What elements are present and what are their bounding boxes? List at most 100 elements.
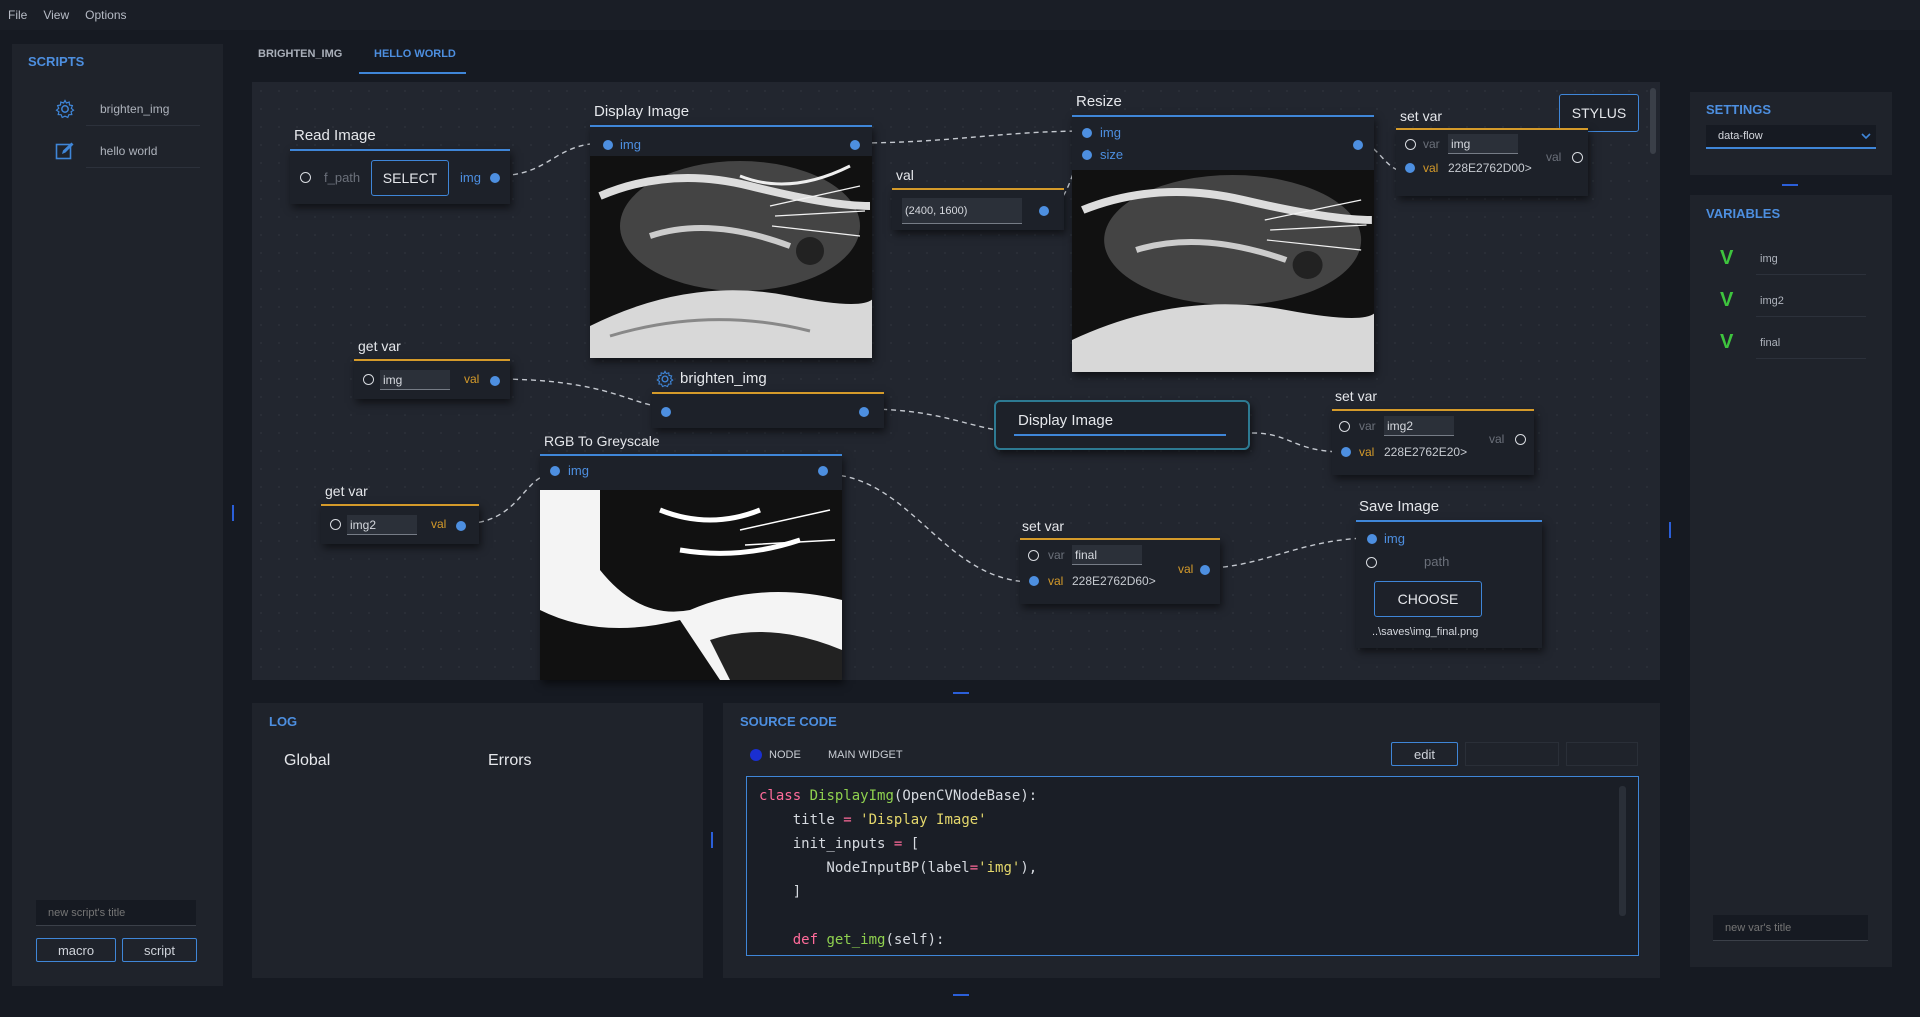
disabled-button bbox=[1465, 742, 1559, 766]
stylus-button[interactable]: STYLUS bbox=[1559, 94, 1639, 132]
read-image-node[interactable]: f_path SELECT img bbox=[290, 149, 510, 204]
input-port[interactable] bbox=[550, 466, 560, 476]
variable-icon: V bbox=[1720, 331, 1734, 353]
val-input[interactable]: (2400, 1600) bbox=[902, 198, 1022, 224]
port-label: path bbox=[1424, 554, 1450, 569]
var-name-input[interactable]: final bbox=[1072, 545, 1142, 565]
tab-errors[interactable]: Errors bbox=[488, 752, 532, 770]
port-label: val bbox=[1546, 150, 1562, 164]
splitter-handle[interactable] bbox=[953, 692, 969, 694]
output-port[interactable] bbox=[850, 140, 860, 150]
script-item-brighten-img[interactable]: brighten_img bbox=[40, 92, 200, 126]
select-button[interactable]: SELECT bbox=[371, 160, 449, 196]
get-var-node[interactable]: img val bbox=[354, 359, 510, 399]
display-image-node-selected[interactable]: Display Image bbox=[994, 400, 1250, 450]
variable-item[interactable]: V img2 bbox=[1720, 287, 1870, 317]
settings-panel: SETTINGS data-flow bbox=[1690, 92, 1892, 175]
flow-canvas[interactable]: STYLUS Read Image f_path SELECT img Disp… bbox=[252, 82, 1660, 680]
save-image-node[interactable]: img path CHOOSE ..\saves\img_final.png bbox=[1356, 520, 1542, 648]
port-label: var bbox=[1359, 419, 1376, 433]
var-name-input[interactable]: img2 bbox=[1384, 416, 1454, 436]
mode-select[interactable]: data-flow bbox=[1706, 125, 1876, 149]
menu-view[interactable]: View bbox=[43, 8, 69, 22]
var-name-input[interactable]: img bbox=[1448, 134, 1518, 154]
exec-port[interactable] bbox=[363, 374, 374, 385]
menu-file[interactable]: File bbox=[8, 8, 27, 22]
input-port[interactable] bbox=[1405, 163, 1415, 173]
divider bbox=[1756, 358, 1866, 359]
port-label: val bbox=[464, 372, 480, 386]
new-var-title-input[interactable] bbox=[1713, 915, 1868, 941]
output-port[interactable] bbox=[490, 173, 500, 183]
splitter-handle[interactable] bbox=[953, 994, 969, 996]
input-port[interactable] bbox=[603, 140, 613, 150]
variable-icon: V bbox=[1720, 247, 1734, 269]
splitter-handle[interactable] bbox=[1782, 184, 1798, 186]
tab-global[interactable]: Global bbox=[284, 752, 330, 770]
exec-port[interactable] bbox=[330, 519, 341, 530]
brighten-img-node[interactable] bbox=[652, 392, 884, 428]
canvas-scrollbar[interactable] bbox=[1650, 88, 1656, 154]
exec-port[interactable] bbox=[1366, 557, 1377, 568]
port-label: f_path bbox=[324, 170, 361, 185]
input-port[interactable] bbox=[661, 407, 671, 417]
disabled-button bbox=[1566, 742, 1638, 766]
input-port[interactable] bbox=[1367, 534, 1377, 544]
input-port[interactable] bbox=[1029, 576, 1039, 586]
exec-port[interactable] bbox=[300, 172, 311, 183]
val-node[interactable]: (2400, 1600) bbox=[892, 188, 1064, 230]
port-label: val bbox=[1048, 574, 1064, 588]
radio-main-widget-label[interactable]: MAIN WIDGET bbox=[828, 749, 903, 761]
exec-port[interactable] bbox=[1572, 152, 1583, 163]
port-label: size bbox=[1100, 147, 1124, 162]
port-label: val bbox=[1359, 445, 1375, 459]
log-panel: LOG Global Errors bbox=[252, 703, 703, 978]
exec-port[interactable] bbox=[1339, 421, 1350, 432]
script-button[interactable]: script bbox=[122, 938, 197, 962]
menu-options[interactable]: Options bbox=[85, 8, 126, 22]
divider bbox=[86, 167, 200, 168]
get-var-node[interactable]: img2 val bbox=[321, 504, 479, 544]
code-scrollbar[interactable] bbox=[1619, 786, 1626, 916]
input-port[interactable] bbox=[1082, 128, 1092, 138]
exec-port[interactable] bbox=[1405, 139, 1416, 150]
input-port[interactable] bbox=[1082, 150, 1092, 160]
code-editor[interactable]: class DisplayImg(OpenCVNodeBase): title … bbox=[746, 776, 1639, 956]
output-port[interactable] bbox=[1200, 565, 1210, 575]
port-label: img bbox=[460, 170, 481, 185]
variable-name: img bbox=[1760, 253, 1778, 265]
set-var-node[interactable]: var img val 228E2762D00> val bbox=[1396, 128, 1588, 196]
set-var-node[interactable]: var final val 228E2762D60> val bbox=[1020, 538, 1220, 604]
script-item-label: brighten_img bbox=[100, 102, 170, 116]
splitter-handle[interactable] bbox=[232, 505, 234, 521]
output-port[interactable] bbox=[1039, 206, 1049, 216]
output-port[interactable] bbox=[456, 521, 466, 531]
input-port[interactable] bbox=[1341, 447, 1351, 457]
splitter-handle[interactable] bbox=[1669, 522, 1671, 538]
var-name-input[interactable]: img bbox=[380, 370, 450, 390]
node-header-line bbox=[1014, 434, 1226, 436]
mode-select-value: data-flow bbox=[1718, 130, 1763, 142]
output-port[interactable] bbox=[490, 376, 500, 386]
new-script-title-input[interactable] bbox=[36, 900, 196, 926]
tab-hello-world[interactable]: HELLO WORLD bbox=[374, 48, 456, 60]
output-port[interactable] bbox=[859, 407, 869, 417]
macro-button[interactable]: macro bbox=[36, 938, 116, 962]
edit-button[interactable]: edit bbox=[1391, 742, 1458, 766]
variable-item[interactable]: V img bbox=[1720, 245, 1870, 275]
exec-port[interactable] bbox=[1028, 550, 1039, 561]
output-port[interactable] bbox=[818, 466, 828, 476]
divider bbox=[86, 125, 200, 126]
exec-port[interactable] bbox=[1515, 434, 1526, 445]
splitter-handle[interactable] bbox=[711, 832, 713, 848]
node-title: Display Image bbox=[1018, 412, 1114, 429]
port-label: var bbox=[1423, 137, 1440, 151]
set-var-node[interactable]: var img2 val 228E2762E20> val bbox=[1332, 409, 1534, 475]
script-item-hello-world[interactable]: hello world bbox=[40, 134, 200, 168]
choose-button[interactable]: CHOOSE bbox=[1374, 581, 1482, 617]
tab-brighten-img[interactable]: BRIGHTEN_IMG bbox=[258, 48, 342, 60]
output-port[interactable] bbox=[1353, 140, 1363, 150]
var-name-input[interactable]: img2 bbox=[347, 515, 417, 535]
variable-item[interactable]: V final bbox=[1720, 329, 1870, 359]
radio-node[interactable] bbox=[750, 749, 762, 761]
